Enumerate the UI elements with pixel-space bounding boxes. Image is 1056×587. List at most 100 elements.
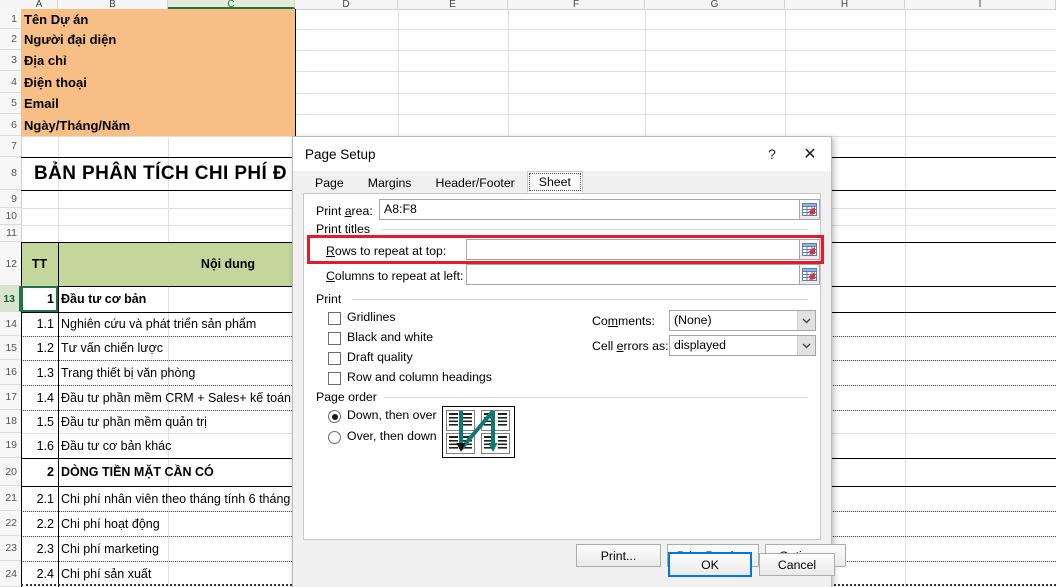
rows-to-repeat-range-select-icon[interactable] bbox=[799, 239, 820, 260]
row-header-24[interactable]: 24 bbox=[0, 561, 21, 587]
table-row[interactable]: 1.2 bbox=[21, 336, 58, 360]
table-row[interactable]: 1.3 bbox=[21, 360, 58, 385]
comments-label: Comments: bbox=[592, 314, 655, 328]
checkbox-label-black-and-white[interactable]: Black and white bbox=[347, 330, 433, 344]
checkbox-black-and-white[interactable] bbox=[328, 332, 341, 345]
help-icon[interactable]: ? bbox=[755, 137, 789, 171]
page-order-group-label: Page order bbox=[316, 390, 382, 404]
checkbox-draft-quality[interactable] bbox=[328, 352, 341, 365]
row-header-3[interactable]: 3 bbox=[0, 50, 21, 71]
cell-label-row-4[interactable]: Điện thoại bbox=[21, 71, 295, 93]
rows-to-repeat-input[interactable] bbox=[466, 239, 816, 260]
page-order-preview-image bbox=[442, 406, 515, 458]
dialog-titlebar: Page Setup ? ✕ bbox=[293, 137, 831, 171]
column-header-a[interactable]: A bbox=[21, 0, 58, 9]
checkbox-row-and-column-headings[interactable] bbox=[328, 372, 341, 385]
row-header-18[interactable]: 18 bbox=[0, 410, 21, 433]
row-header-23[interactable]: 23 bbox=[0, 536, 21, 561]
table-row[interactable]: 1.5 bbox=[21, 410, 58, 433]
checkbox-label-gridlines[interactable]: Gridlines bbox=[347, 310, 396, 324]
row-header-19[interactable]: 19 bbox=[0, 433, 21, 458]
row-header-14[interactable]: 14 bbox=[0, 312, 21, 336]
column-header-b[interactable]: B bbox=[58, 0, 168, 9]
ok-button[interactable]: OK bbox=[668, 552, 752, 577]
column-header-c[interactable]: C bbox=[168, 0, 295, 9]
radio-over-then-down[interactable] bbox=[328, 431, 341, 444]
print-area-input[interactable]: A8:F8 bbox=[379, 199, 816, 220]
row-header-12[interactable]: 12 bbox=[0, 242, 21, 286]
dialog-title: Page Setup bbox=[305, 146, 376, 162]
row-header-13[interactable]: 13 bbox=[0, 286, 21, 312]
row-header-2[interactable]: 2 bbox=[0, 29, 21, 50]
cell-border bbox=[295, 9, 296, 136]
table-row[interactable]: 2.1 bbox=[21, 486, 58, 511]
print-area-label: Print area: bbox=[316, 204, 373, 218]
table-row[interactable]: 1.1 bbox=[21, 312, 58, 336]
column-header-h[interactable]: H bbox=[785, 0, 905, 9]
column-header-e[interactable]: E bbox=[398, 0, 508, 9]
checkbox-label-draft-quality[interactable]: Draft quality bbox=[347, 350, 413, 364]
row-header-16[interactable]: 16 bbox=[0, 360, 21, 385]
column-header-g[interactable]: G bbox=[645, 0, 785, 9]
radio-down-then-over[interactable] bbox=[328, 410, 341, 423]
checkbox-label-row-and-column-headings[interactable]: Row and column headings bbox=[347, 370, 492, 384]
row-header-20[interactable]: 20 bbox=[0, 458, 21, 486]
print-button[interactable]: Print... bbox=[576, 544, 661, 567]
column-header-i[interactable]: I bbox=[905, 0, 1056, 9]
row-header-17[interactable]: 17 bbox=[0, 385, 21, 410]
tab-header-footer[interactable]: Header/Footer bbox=[423, 173, 527, 193]
chevron-down-icon bbox=[797, 336, 815, 355]
row-header-8[interactable]: 8 bbox=[0, 157, 21, 190]
table-row[interactable]: 2.3 bbox=[21, 536, 58, 561]
columns-to-repeat-input[interactable] bbox=[466, 264, 816, 285]
row-header-22[interactable]: 22 bbox=[0, 511, 21, 536]
row-header-4[interactable]: 4 bbox=[0, 71, 21, 93]
cell-label-row-5[interactable]: Email bbox=[21, 93, 295, 114]
row-header-21[interactable]: 21 bbox=[0, 486, 21, 511]
cell-label-row-1[interactable]: Tên Dự án bbox=[21, 9, 295, 29]
cell-label-row-3[interactable]: Địa chỉ bbox=[21, 50, 295, 71]
row-header-1[interactable]: 1 bbox=[0, 9, 21, 29]
radio-label-over-then-down[interactable]: Over, then down bbox=[347, 429, 437, 443]
tab-sheet[interactable]: Sheet bbox=[526, 171, 583, 193]
row-header-7[interactable]: 7 bbox=[0, 136, 21, 157]
close-icon[interactable]: ✕ bbox=[789, 137, 831, 171]
checkbox-gridlines[interactable] bbox=[328, 312, 341, 325]
table-row[interactable]: 2.2 bbox=[21, 511, 58, 536]
active-cell-selection bbox=[21, 286, 58, 312]
cancel-button[interactable]: Cancel bbox=[759, 553, 835, 576]
cell-border bbox=[58, 242, 59, 587]
tab-page[interactable]: Page bbox=[303, 173, 356, 193]
table-row[interactable]: 1.6 bbox=[21, 433, 58, 458]
comments-dropdown[interactable]: (None) bbox=[669, 310, 816, 331]
row-header-10[interactable]: 10 bbox=[0, 208, 21, 225]
row-header-6[interactable]: 6 bbox=[0, 114, 21, 136]
cell-label-row-2[interactable]: Người đại diện bbox=[21, 29, 295, 50]
cell-errors-label: Cell errors as: bbox=[592, 339, 669, 353]
columns-to-repeat-range-select-icon[interactable] bbox=[799, 264, 820, 285]
table-row[interactable]: 2 bbox=[21, 458, 58, 486]
radio-label-down-then-over[interactable]: Down, then over bbox=[347, 408, 437, 422]
print-area-range-select-icon[interactable] bbox=[799, 199, 820, 220]
rows-to-repeat-label: Rows to repeat at top: bbox=[326, 244, 447, 258]
ok-button-label: OK bbox=[701, 557, 719, 572]
row-header-15[interactable]: 15 bbox=[0, 336, 21, 360]
cancel-button-label: Cancel bbox=[777, 557, 817, 572]
cell-errors-value: displayed bbox=[674, 338, 726, 352]
row-header-column: 1 2 3 4 5 6 7 8 9 10 11 12 13 14 15 16 17 18 19 20 21 22 23 24 bbox=[0, 9, 22, 587]
row-header-5[interactable]: 5 bbox=[0, 93, 21, 114]
column-header-f[interactable]: F bbox=[508, 0, 645, 9]
row-header-11[interactable]: 11 bbox=[0, 225, 21, 242]
cell-errors-dropdown[interactable]: displayed bbox=[669, 335, 816, 356]
titlebar-buttons: ? ✕ bbox=[755, 137, 831, 171]
tab-margins[interactable]: Margins bbox=[355, 173, 424, 193]
page-order-divider bbox=[384, 397, 808, 398]
table-header-tt[interactable]: TT bbox=[21, 242, 58, 286]
table-row[interactable]: 1.4 bbox=[21, 385, 58, 410]
columns-to-repeat-label: Columns to repeat at left: bbox=[326, 269, 464, 283]
column-header-d[interactable]: D bbox=[295, 0, 398, 9]
row-header-9[interactable]: 9 bbox=[0, 190, 21, 208]
cell-label-row-6[interactable]: Ngày/Tháng/Năm bbox=[21, 114, 295, 136]
chevron-down-icon bbox=[797, 311, 815, 330]
print-group-label: Print bbox=[316, 292, 347, 306]
